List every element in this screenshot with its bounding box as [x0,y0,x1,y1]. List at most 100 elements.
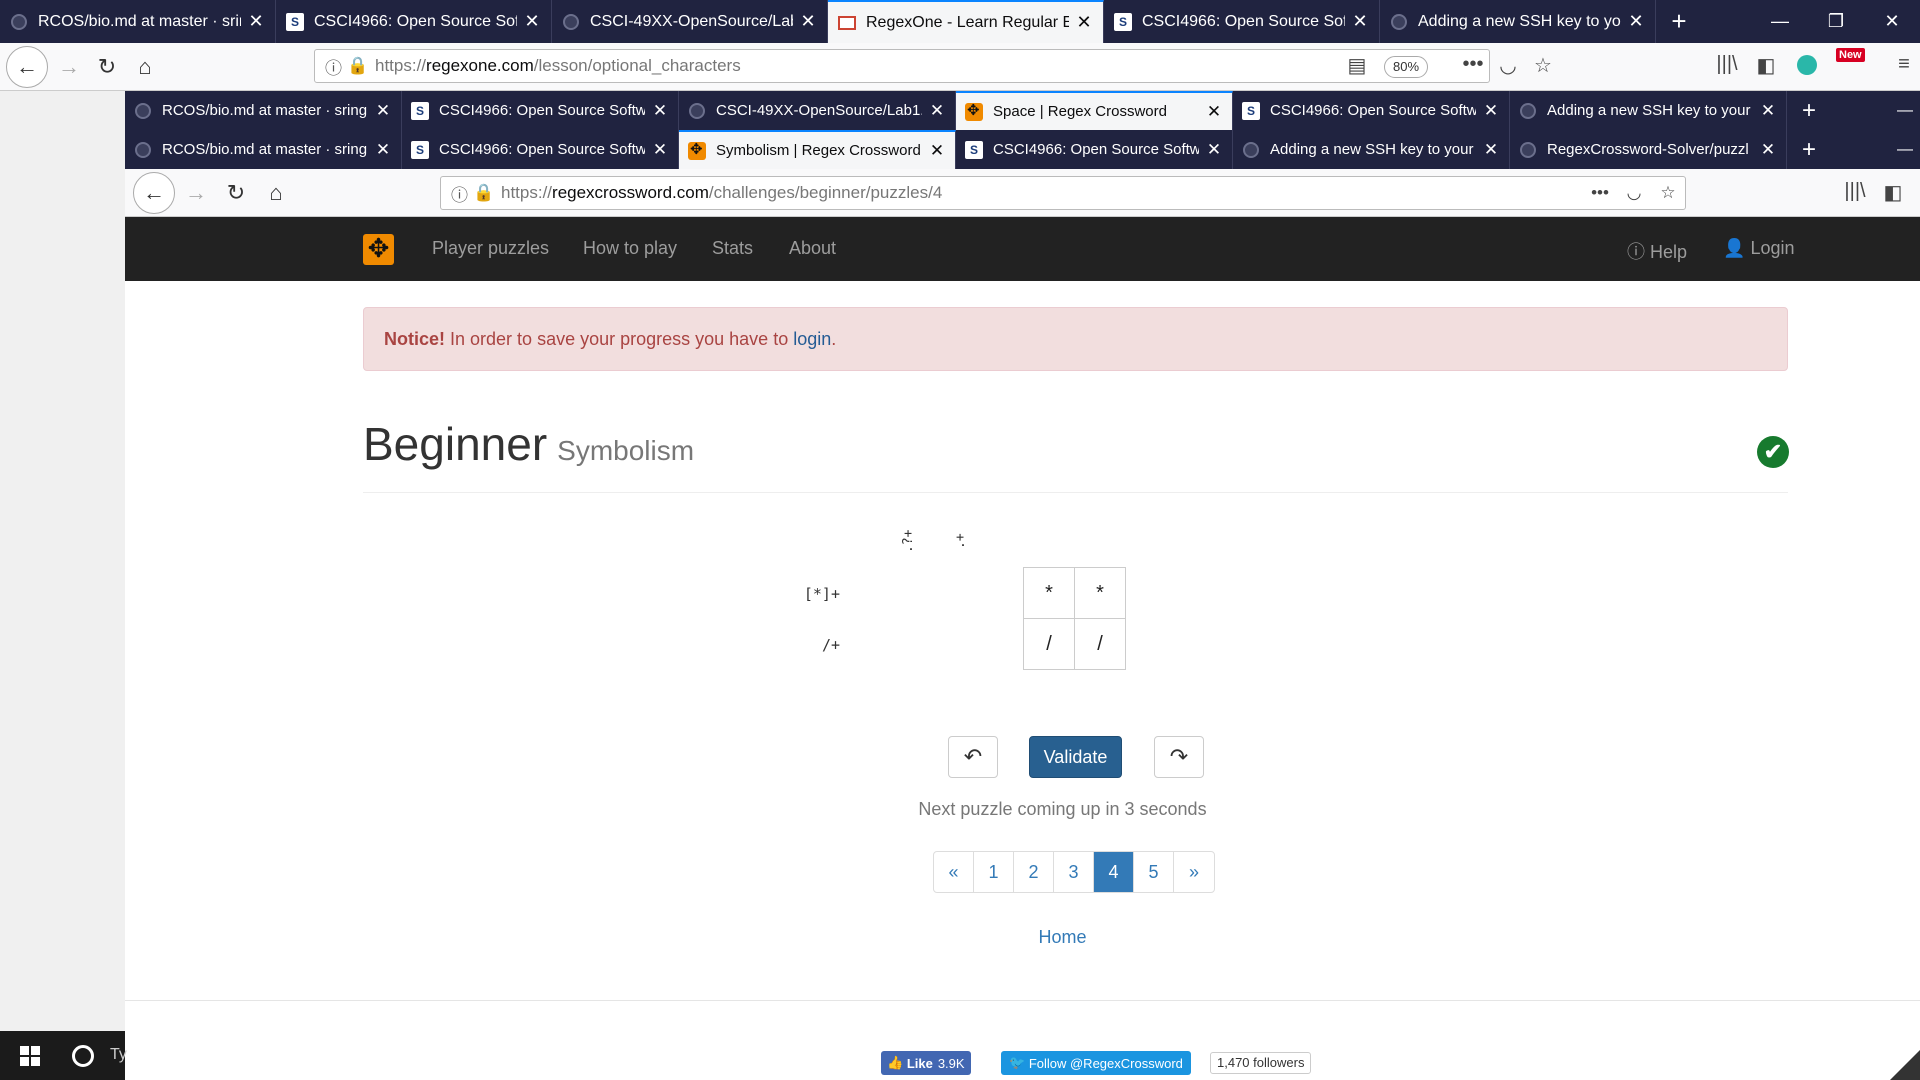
nav-how-to-play[interactable]: How to play [583,238,677,259]
menu-hamburger-icon[interactable]: ≡ [1890,53,1918,76]
new-tab-plus-icon[interactable]: + [1787,130,1831,169]
restore-icon[interactable]: ❐ [1808,0,1864,43]
inner-tab[interactable]: CSCI-49XX-OpenSource/Lab1. ✕ [679,91,956,130]
outer-tab[interactable]: S CSCI4966: Open Source Softwa ✕ [276,0,552,43]
regexcrossword-logo-icon[interactable]: ✥ [363,234,394,265]
home-icon[interactable]: ⌂ [259,176,293,210]
notice-login-link[interactable]: login [793,329,831,349]
close-icon[interactable]: ✕ [1627,11,1645,32]
nav-stats[interactable]: Stats [712,238,753,259]
close-icon[interactable]: ✕ [1205,140,1223,160]
sidebar-icon[interactable]: ◧ [1879,180,1907,205]
inner-tab[interactable]: RCOS/bio.md at master · sringi ✕ [125,130,402,169]
bookmark-star-icon[interactable]: ☆ [1651,183,1685,203]
more-actions-icon[interactable]: ••• [1459,53,1487,76]
outer-url-bar[interactable]: ⓘ 🔒 https://regexone.com/lesson/optional… [314,49,1490,83]
minimize-icon[interactable]: — [1890,91,1920,130]
inner-tab[interactable]: S CSCI4966: Open Source Softwa ✕ [402,130,679,169]
reload-icon[interactable]: ↻ [90,50,124,84]
back-arrow-icon[interactable]: ← [133,172,175,214]
zoom-level[interactable]: 80% [1384,56,1428,78]
outer-tab-active[interactable]: RegexOne - Learn Regular Exp ✕ [828,0,1104,43]
windows-start-icon[interactable] [20,1046,40,1066]
close-icon[interactable]: ✕ [1482,101,1500,121]
pocket-icon[interactable]: ◡ [1494,53,1522,78]
close-icon[interactable]: ✕ [928,141,946,161]
new-tab-plus-icon[interactable]: + [1787,91,1831,130]
puzzle-cell[interactable]: / [1074,618,1126,670]
url-text[interactable]: https://regexone.com/lesson/optional_cha… [375,56,1489,76]
account-avatar-icon[interactable] [1797,55,1817,75]
minimize-icon[interactable]: — [1752,0,1808,43]
undo-button[interactable]: ↶ [948,736,998,778]
reload-icon[interactable]: ↻ [219,176,253,210]
close-icon[interactable]: ✕ [928,101,946,121]
close-icon[interactable]: ✕ [1759,140,1777,160]
inner-tab[interactable]: S CSCI4966: Open Source Softwa ✕ [1233,91,1510,130]
inner-tab[interactable]: RCOS/bio.md at master · sringi ✕ [125,91,402,130]
info-icon[interactable]: ⓘ [325,54,347,79]
nav-login[interactable]: 👤 Login [1723,238,1794,259]
twitter-follow-button[interactable]: 🐦 Follow @RegexCrossword [1001,1051,1191,1075]
home-icon[interactable]: ⌂ [128,50,162,84]
new-tab-plus-icon[interactable]: + [1656,0,1702,43]
inner-url-bar[interactable]: ⓘ 🔒 https://regexcrossword.com/challenge… [440,176,1686,210]
nav-player-puzzles[interactable]: Player puzzles [432,238,549,259]
pocket-icon[interactable]: ◡ [1617,183,1651,203]
puzzle-cell[interactable]: * [1074,567,1126,619]
home-link[interactable]: Home [125,927,1920,948]
inner-tab[interactable]: S CSCI4966: Open Source Softwa ✕ [956,130,1233,169]
page-next[interactable]: » [1174,852,1214,892]
inner-tab-active[interactable]: Space | Regex Crossword ✕ [956,91,1233,130]
close-icon[interactable]: ✕ [247,11,265,32]
outer-tab[interactable]: S CSCI4966: Open Source Softwa ✕ [1104,0,1380,43]
page-prev[interactable]: « [934,852,974,892]
cortana-search-icon[interactable] [72,1045,94,1067]
minimize-icon[interactable]: — [1890,130,1920,169]
page-link[interactable]: 3 [1054,852,1094,892]
nav-about[interactable]: About [789,238,836,259]
page-link[interactable]: 2 [1014,852,1054,892]
close-icon[interactable]: ✕ [651,101,669,121]
close-icon[interactable]: ✕ [1205,102,1223,122]
library-icon[interactable]: |||\ [1841,180,1869,203]
forward-arrow-icon[interactable]: → [179,176,213,210]
forward-arrow-icon[interactable]: → [52,50,86,84]
inner-tab[interactable]: RegexCrossword-Solver/puzzl ✕ [1510,130,1787,169]
sidebar-icon[interactable]: ◧ [1752,53,1780,78]
puzzle-cell[interactable]: / [1023,618,1075,670]
redo-button[interactable]: ↷ [1154,736,1204,778]
back-arrow-icon[interactable]: ← [6,45,48,88]
puzzle-cell[interactable]: * [1023,567,1075,619]
inner-tab-active[interactable]: Symbolism | Regex Crossword ✕ [679,130,956,169]
taskbar-search-text[interactable]: Ty [110,1046,127,1064]
close-window-icon[interactable]: ✕ [1864,0,1920,43]
page-link[interactable]: 5 [1134,852,1174,892]
close-icon[interactable]: ✕ [1482,140,1500,160]
bookmark-star-icon[interactable]: ☆ [1529,53,1557,78]
facebook-like-button[interactable]: 👍 Like 3.9K [881,1051,971,1075]
library-icon[interactable]: |||\ [1713,53,1741,76]
more-actions-icon[interactable]: ••• [1583,183,1617,203]
close-icon[interactable]: ✕ [374,140,392,160]
close-icon[interactable]: ✕ [1759,101,1777,121]
close-icon[interactable]: ✕ [1075,12,1093,33]
reader-view-icon[interactable]: ▤ [1343,53,1371,78]
page-link-active[interactable]: 4 [1094,852,1134,892]
inner-tab[interactable]: Adding a new SSH key to your ✕ [1510,91,1787,130]
outer-tab[interactable]: CSCI-49XX-OpenSource/Lab1. ✕ [552,0,828,43]
inner-tab[interactable]: Adding a new SSH key to your ✕ [1233,130,1510,169]
validate-button[interactable]: Validate [1029,736,1122,778]
outer-tab[interactable]: Adding a new SSH key to your ✕ [1380,0,1656,43]
close-icon[interactable]: ✕ [799,11,817,32]
close-icon[interactable]: ✕ [523,11,541,32]
close-icon[interactable]: ✕ [651,140,669,160]
page-link[interactable]: 1 [974,852,1014,892]
outer-tab[interactable]: RCOS/bio.md at master · sringi ✕ [0,0,276,43]
close-icon[interactable]: ✕ [1351,11,1369,32]
inner-tab[interactable]: S CSCI4966: Open Source Softwa ✕ [402,91,679,130]
nav-help[interactable]: ⓘ Help [1627,238,1687,264]
url-text[interactable]: https://regexcrossword.com/challenges/be… [501,183,1583,203]
info-icon[interactable]: ⓘ [451,181,473,206]
close-icon[interactable]: ✕ [374,101,392,121]
